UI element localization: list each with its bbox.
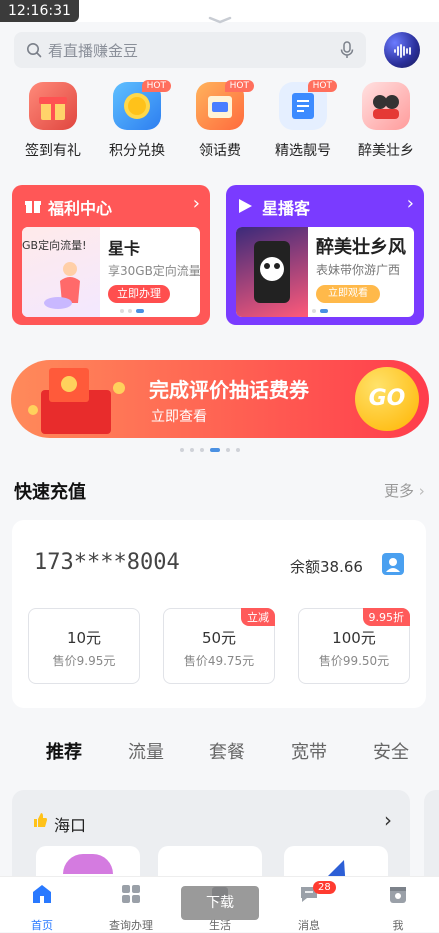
quick-entry-number[interactable]: HOT 精选靓号 [263, 80, 343, 160]
search-placeholder: 看直播赚金豆 [48, 41, 139, 60]
hot-badge: HOT [141, 80, 171, 92]
gift-icon [25, 201, 41, 213]
quick-entry-label: 签到有礼 [25, 143, 81, 159]
person-illustration-icon [44, 262, 80, 309]
tab-home[interactable]: 首页 [12, 883, 72, 933]
red-envelope-gift-icon [28, 368, 125, 434]
section-title: 快速充值 [14, 482, 86, 503]
region-card[interactable]: 海口 › [12, 790, 410, 890]
card-icon: HOT [196, 80, 254, 130]
card-title: 星播客 [262, 199, 311, 218]
chevron-right-icon[interactable]: › [407, 193, 414, 214]
promo-text: GB定向流量! [22, 239, 87, 252]
watch-now-button[interactable]: 立即观看 [316, 285, 380, 303]
recharge-amount: 100元 [332, 629, 376, 647]
quick-entry-label: 领话费 [199, 143, 241, 159]
chevron-right-icon[interactable]: › [384, 808, 392, 832]
card-content: 醉美壮乡风 表妹带你游广西 立即观看 [236, 227, 414, 317]
grid-icon [122, 885, 140, 903]
home-icon [33, 885, 51, 903]
card-desc: 表妹带你游广西 [316, 263, 401, 277]
tab-query[interactable]: 查询办理 [101, 883, 161, 933]
tab-label: 消息 [298, 919, 320, 932]
star-broadcast-card[interactable]: 星播客 › 醉美壮乡风 表妹带你游广西 立即观看 [226, 185, 424, 325]
quick-entry-label: 精选靓号 [275, 143, 331, 159]
phone-number: 173****8004 [34, 550, 180, 575]
chevron-right-icon: › [414, 482, 425, 500]
promo-image [236, 227, 308, 317]
recharge-price: 售价49.75元 [183, 654, 255, 668]
characters-icon [362, 82, 410, 130]
gift-box-icon [29, 82, 77, 130]
document-edit-icon: HOT [279, 80, 337, 130]
sound-wave-icon [394, 44, 411, 58]
recharge-amount: 50元 [201, 629, 237, 647]
card-name: 醉美壮乡风 [316, 237, 406, 258]
recharge-price: 售价9.95元 [52, 654, 116, 668]
tab-broadband[interactable]: 宽带 [291, 738, 327, 764]
promo-banner[interactable]: 完成评价抽话费券 立即查看 GO [11, 360, 429, 438]
card-dots [120, 309, 144, 313]
quick-entry-bill[interactable]: HOT 领话费 [180, 80, 260, 160]
quick-entry-points[interactable]: HOT 积分兑换 [97, 80, 177, 160]
tab-me[interactable]: 我 [368, 883, 428, 933]
tab-data[interactable]: 流量 [128, 738, 164, 764]
recharge-amount: 10元 [66, 629, 102, 647]
card-content: GB定向流量! 星卡 享30GB定向流量 立即办理 [22, 227, 200, 317]
recharge-option[interactable]: 9.95折 100元 售价99.50元 [298, 608, 410, 684]
quick-entry-label: 积分兑换 [109, 143, 165, 159]
tab-label: 首页 [31, 919, 53, 932]
promo-image: GB定向流量! [22, 227, 100, 317]
recharge-option[interactable]: 立减 50元 售价49.75元 [163, 608, 275, 684]
tab-label: 查询办理 [109, 919, 153, 932]
discount-tag: 立减 [241, 608, 275, 626]
coin-icon: HOT [113, 80, 171, 130]
microphone-icon[interactable] [340, 41, 354, 59]
search-bar[interactable]: 看直播赚金豆 [14, 32, 366, 68]
recharge-option[interactable]: 10元 售价9.95元 [28, 608, 140, 684]
tab-messages[interactable]: 28 消息 [279, 881, 339, 933]
tab-security[interactable]: 安全 [373, 738, 409, 764]
quick-entry-label: 醉美壮乡 [358, 143, 414, 159]
card-desc: 享30GB定向流量 [108, 264, 200, 278]
region-card-next[interactable] [424, 790, 439, 890]
recharge-price: 售价99.50元 [318, 654, 390, 668]
card-dots [312, 309, 328, 313]
search-icon [27, 43, 42, 58]
contacts-icon[interactable] [382, 553, 404, 575]
banner-subtitle: 立即查看 [151, 409, 207, 425]
play-star-icon [239, 199, 252, 213]
quick-entry-guangxi[interactable]: 醉美壮乡 [346, 82, 426, 160]
download-button[interactable]: 下载 [181, 886, 259, 920]
balance: 余额38.66 [290, 558, 363, 576]
apply-now-button[interactable]: 立即办理 [108, 285, 170, 303]
discount-tag: 9.95折 [362, 608, 410, 626]
calendar-user-icon [390, 887, 406, 903]
card-name: 星卡 [108, 239, 141, 258]
hot-badge: HOT [307, 80, 337, 92]
hot-badge: HOT [224, 80, 254, 92]
thumbs-up-icon [34, 813, 47, 827]
banner-pagination [180, 447, 240, 453]
tab-package[interactable]: 套餐 [209, 738, 245, 764]
avatar[interactable] [384, 32, 420, 68]
go-button[interactable]: GO [355, 367, 419, 431]
tab-recommend[interactable]: 推荐 [46, 738, 82, 764]
chevron-right-icon[interactable]: › [193, 193, 200, 214]
region-name: 海口 [54, 816, 87, 835]
phone-video-icon [254, 241, 290, 303]
tab-label: 我 [392, 919, 404, 932]
unread-badge: 28 [313, 881, 336, 894]
quick-entry-signin[interactable]: 签到有礼 [13, 82, 93, 160]
pull-down-handle-icon[interactable] [208, 16, 232, 24]
recharge-card: 173****8004 余额38.66 10元 售价9.95元 立减 50元 售… [12, 520, 426, 708]
more-link[interactable]: 更多 › [384, 480, 425, 501]
banner-title: 完成评价抽话费券 [149, 378, 309, 402]
welfare-center-card[interactable]: 福利中心 › GB定向流量! 星卡 享30GB定向流量 立即办理 [12, 185, 210, 325]
more-label: 更多 [384, 482, 415, 500]
status-time: 12:16:31 [0, 0, 79, 22]
card-title: 福利中心 [48, 199, 113, 218]
